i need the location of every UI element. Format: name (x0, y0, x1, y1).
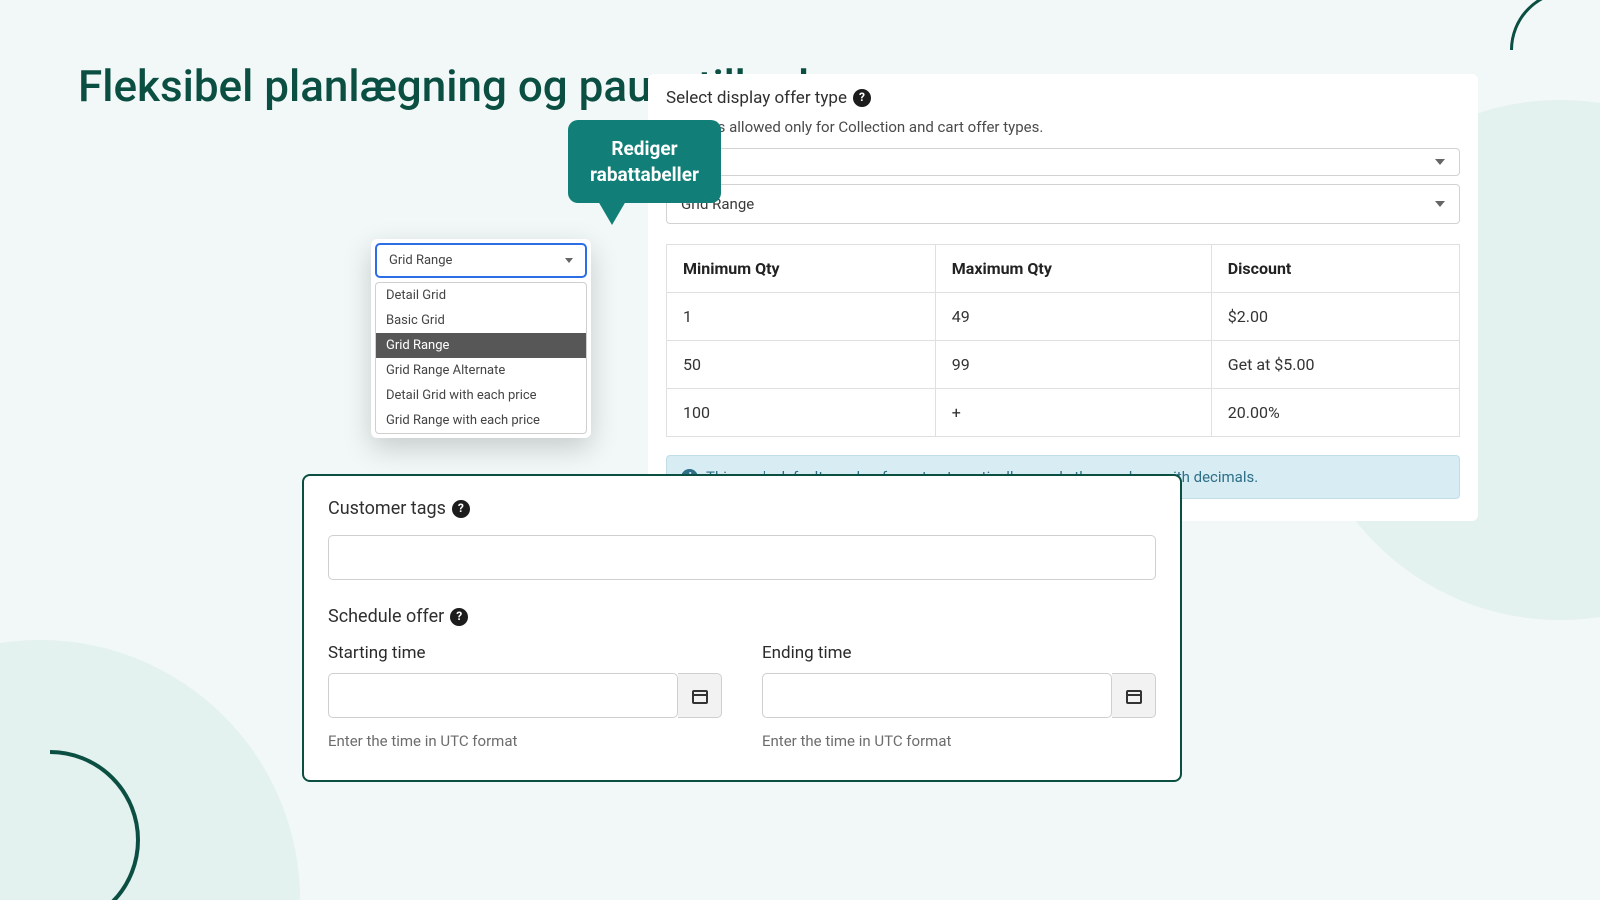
grid-type-option[interactable]: Grid Range (376, 333, 586, 358)
callout-line1: Rediger (611, 137, 677, 160)
discount-table: Minimum QtyMaximum QtyDiscount 149$2.005… (666, 244, 1460, 437)
callout-bubble: Rediger rabattabeller (568, 120, 721, 203)
ending-time-input[interactable] (762, 673, 1112, 718)
chevron-down-icon (1435, 159, 1445, 165)
help-icon[interactable]: ? (450, 608, 468, 626)
schedule-panel: Customer tags ? Schedule offer ? Startin… (302, 474, 1182, 782)
grid-type-option[interactable]: Detail Grid with each price (376, 383, 586, 408)
decorative-circle (0, 640, 300, 900)
grid-type-selected-value: Grid Range (389, 253, 452, 268)
grid-type-option[interactable]: Grid Range with each price (376, 408, 586, 433)
table-row: 5099Get at $5.00 (667, 341, 1460, 389)
offer-panel: Select display offer type ? is allowed o… (648, 74, 1478, 521)
grid-range-select[interactable]: Grid Range (666, 184, 1460, 224)
ending-time-label: Ending time (762, 643, 1156, 663)
empty-select[interactable] (666, 148, 1460, 176)
table-header: Maximum Qty (935, 245, 1211, 293)
help-icon[interactable]: ? (452, 500, 470, 518)
table-header: Discount (1211, 245, 1459, 293)
offer-type-label-row: Select display offer type ? (666, 88, 1460, 108)
calendar-icon (692, 688, 708, 704)
starting-time-hint: Enter the time in UTC format (328, 732, 722, 750)
customer-tags-label-row: Customer tags ? (328, 498, 1156, 519)
grid-type-option[interactable]: Detail Grid (376, 283, 586, 308)
help-icon[interactable]: ? (853, 89, 871, 107)
decorative-arc (1510, 0, 1600, 110)
grid-type-dropdown[interactable]: Grid Range Detail GridBasic GridGrid Ran… (371, 239, 591, 438)
cell-max-qty: + (935, 389, 1211, 437)
ending-time-hint: Enter the time in UTC format (762, 732, 1156, 750)
cell-discount: Get at $5.00 (1211, 341, 1459, 389)
schedule-offer-label-row: Schedule offer ? (328, 606, 1156, 627)
chevron-down-icon (1435, 201, 1445, 207)
cell-min-qty: 50 (667, 341, 936, 389)
starting-time-input[interactable] (328, 673, 678, 718)
cell-discount: $2.00 (1211, 293, 1459, 341)
table-row: 149$2.00 (667, 293, 1460, 341)
offer-type-label: Select display offer type (666, 88, 847, 108)
grid-type-options: Detail GridBasic GridGrid RangeGrid Rang… (375, 282, 587, 434)
ending-time-calendar-button[interactable] (1112, 673, 1156, 718)
callout-line2: rabattabeller (590, 163, 699, 186)
cell-max-qty: 99 (935, 341, 1211, 389)
cell-discount: 20.00% (1211, 389, 1459, 437)
cell-max-qty: 49 (935, 293, 1211, 341)
starting-time-label: Starting time (328, 643, 722, 663)
customer-tags-label: Customer tags (328, 498, 446, 519)
customer-tags-input[interactable] (328, 535, 1156, 580)
offer-type-hint: is allowed only for Collection and cart … (714, 118, 1460, 136)
calendar-icon (1126, 688, 1142, 704)
starting-time-calendar-button[interactable] (678, 673, 722, 718)
schedule-offer-label: Schedule offer (328, 606, 444, 627)
grid-type-option[interactable]: Grid Range Alternate (376, 358, 586, 383)
cell-min-qty: 100 (667, 389, 936, 437)
grid-type-select[interactable]: Grid Range (375, 243, 587, 278)
chevron-down-icon (565, 258, 573, 263)
table-row: 100+20.00% (667, 389, 1460, 437)
cell-min-qty: 1 (667, 293, 936, 341)
grid-type-option[interactable]: Basic Grid (376, 308, 586, 333)
table-header: Minimum Qty (667, 245, 936, 293)
